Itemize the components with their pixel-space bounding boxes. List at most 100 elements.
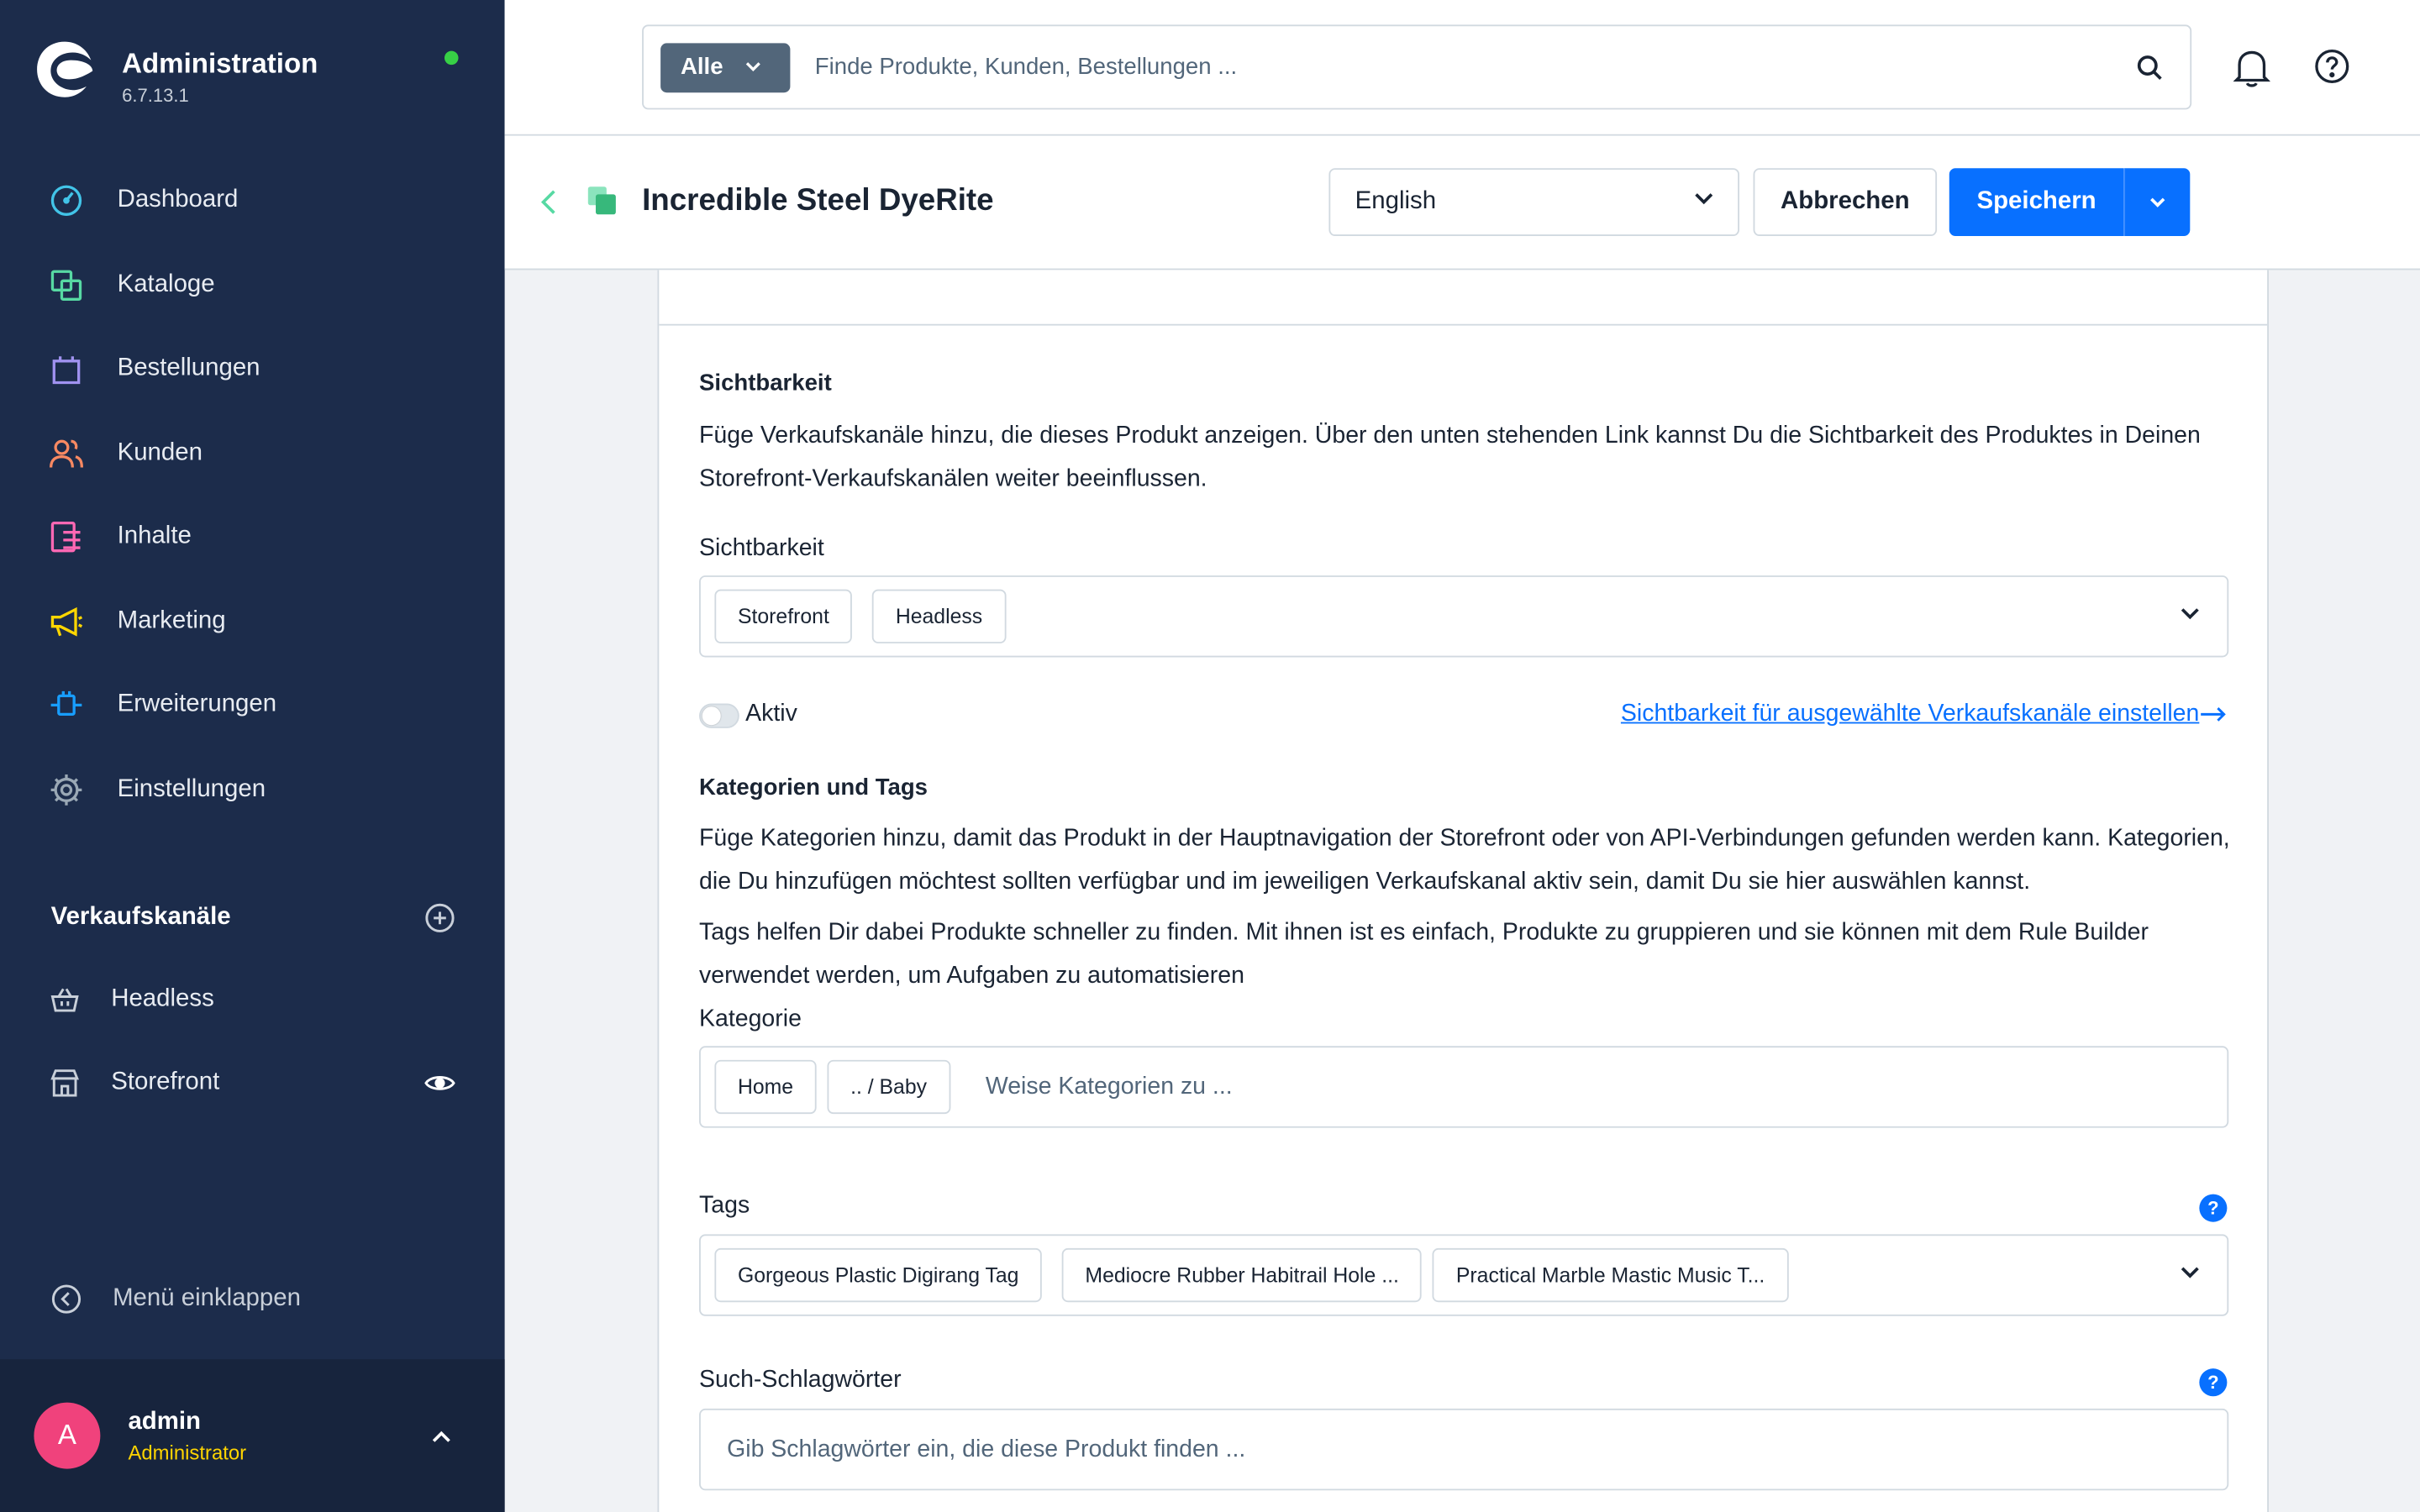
- collapse-menu-button[interactable]: Menü einklappen: [51, 1284, 301, 1315]
- category-chip[interactable]: Home: [714, 1059, 817, 1115]
- tags-label: Tags: [699, 1192, 750, 1220]
- help-icon[interactable]: [2313, 48, 2350, 85]
- search-type-label: Alle: [680, 54, 723, 81]
- bell-icon[interactable]: [2233, 48, 2270, 88]
- chevron-down-icon: [2181, 608, 2199, 620]
- save-options-button[interactable]: [2123, 168, 2191, 237]
- visibility-chip[interactable]: Storefront: [714, 589, 853, 643]
- category-placeholder: Weise Kategorien zu ...: [985, 1073, 1233, 1100]
- category-label: Kategorie: [699, 1005, 802, 1032]
- tags-description: Tags helfen Dir dabei Produkte schneller…: [699, 919, 2149, 990]
- brand[interactable]: Administration 6.7.13.1: [34, 39, 318, 107]
- megaphone-icon: [48, 603, 85, 640]
- nav-item-kataloge[interactable]: Kataloge: [0, 243, 505, 327]
- keywords-label: Such-Schlagwörter: [699, 1367, 902, 1394]
- active-toggle[interactable]: [699, 703, 739, 728]
- chevron-down-icon: [1695, 193, 1713, 205]
- sales-channels-title: Verkaufskanäle: [50, 904, 231, 931]
- active-toggle-label: Aktiv: [745, 700, 797, 727]
- tag-chip[interactable]: Mediocre Rubber Habitrail Hole ...: [1061, 1247, 1423, 1303]
- search-input[interactable]: [814, 36, 2137, 98]
- smart-bar: Incredible Steel DyeRite English Abbrech…: [504, 135, 2420, 270]
- sales-channel-label: Storefront: [111, 1068, 220, 1096]
- category-chip[interactable]: .. / Baby: [827, 1059, 950, 1115]
- save-button[interactable]: Speichern: [1949, 168, 2124, 237]
- nav-item-erweiterungen[interactable]: Erweiterungen: [0, 664, 505, 748]
- plug-icon: [48, 687, 85, 724]
- visibility-description: Füge Verkaufskanäle hinzu, die dieses Pr…: [699, 423, 2201, 492]
- visibility-structure-card: Sichtbarkeit Füge Verkaufskanäle hinzu, …: [657, 270, 2269, 1512]
- nav-label: Bestellungen: [117, 354, 260, 382]
- nav-label: Erweiterungen: [117, 691, 277, 718]
- nav-item-kunden[interactable]: Kunden: [0, 411, 505, 495]
- nav-item-einstellungen[interactable]: Einstellungen: [0, 748, 505, 832]
- nav-item-bestellungen[interactable]: Bestellungen: [0, 327, 505, 411]
- chevron-up-icon: [432, 1430, 450, 1441]
- categories-description: Füge Kategorien hinzu, damit das Produkt…: [699, 825, 2230, 895]
- basket-icon: [48, 983, 82, 1016]
- sidebar: Administration 6.7.13.1 Dashboard Katalo…: [0, 0, 505, 1512]
- visibility-chip[interactable]: Headless: [872, 589, 1006, 643]
- shopware-logo-icon: [37, 41, 93, 97]
- global-search: Alle: [642, 24, 2192, 110]
- chevron-down-icon: [2150, 197, 2165, 207]
- storefront-icon: [48, 1066, 82, 1100]
- main-nav: Dashboard Kataloge Bestellungen Kunden I…: [0, 159, 505, 832]
- tag-chip[interactable]: Practical Marble Mastic Music T...: [1433, 1247, 1788, 1303]
- user-role: Administrator: [128, 1440, 247, 1464]
- card-header-divider: [659, 323, 2268, 326]
- language-select[interactable]: English: [1328, 168, 1739, 237]
- tags-select[interactable]: Gorgeous Plastic Digirang Tag Mediocre R…: [699, 1234, 2229, 1316]
- cancel-button[interactable]: Abbrechen: [1753, 168, 1938, 237]
- gear-icon: [48, 771, 85, 808]
- content-icon: [48, 519, 85, 556]
- top-bar: Alle: [504, 0, 2420, 136]
- nav-label: Einstellungen: [117, 775, 266, 802]
- visibility-select[interactable]: Storefront Headless: [699, 575, 2229, 658]
- keywords-placeholder: Gib Schlagwörter ein, die diese Produkt …: [727, 1436, 1246, 1462]
- visibility-heading: Sichtbarkeit: [699, 370, 832, 397]
- keywords-input[interactable]: Gib Schlagwörter ein, die diese Produkt …: [699, 1408, 2229, 1491]
- gauge-icon: [48, 182, 85, 219]
- user-name: admin: [128, 1408, 202, 1435]
- version-label: 6.7.13.1: [122, 85, 189, 107]
- back-chevron-icon[interactable]: [539, 188, 557, 216]
- category-select[interactable]: Home .. / Baby Weise Kategorien zu ...: [699, 1046, 2229, 1128]
- chevron-left-circle-icon: [51, 1284, 82, 1314]
- product-icon: [587, 186, 616, 215]
- page-title: Incredible Steel DyeRite: [642, 183, 994, 218]
- visibility-link-label: Sichtbarkeit für ausgewählte Verkaufskan…: [1620, 700, 2200, 727]
- users-icon: [48, 434, 85, 471]
- user-menu[interactable]: A admin Administrator: [0, 1359, 505, 1512]
- add-circle-icon[interactable]: [424, 902, 455, 933]
- shopping-bag-icon: [48, 350, 85, 387]
- chevron-down-icon: [744, 62, 760, 71]
- collapse-menu-label: Menü einklappen: [113, 1284, 301, 1312]
- sales-channel-label: Headless: [111, 985, 214, 1012]
- avatar: A: [34, 1402, 101, 1469]
- nav-label: Kataloge: [117, 270, 215, 298]
- nav-label: Marketing: [117, 607, 226, 634]
- visibility-field-label: Sichtbarkeit: [699, 535, 824, 562]
- search-icon[interactable]: [2136, 53, 2164, 81]
- catalog-icon: [48, 266, 85, 303]
- keywords-help-icon[interactable]: ?: [2199, 1368, 2228, 1397]
- sales-channel-storefront[interactable]: Storefront: [48, 1053, 455, 1114]
- online-status-dot: [444, 50, 459, 66]
- nav-label: Kunden: [117, 439, 203, 466]
- visibility-settings-link[interactable]: Sichtbarkeit für ausgewählte Verkaufskan…: [1621, 701, 2227, 728]
- nav-item-dashboard[interactable]: Dashboard: [0, 159, 505, 243]
- nav-label: Dashboard: [117, 186, 239, 213]
- sales-channel-headless[interactable]: Headless: [48, 969, 455, 1030]
- eye-icon[interactable]: [424, 1073, 455, 1095]
- arrow-right-icon: [2201, 707, 2226, 722]
- sales-channels-header: Verkaufskanäle: [51, 902, 455, 933]
- categories-heading: Kategorien und Tags: [699, 774, 929, 801]
- tags-help-icon[interactable]: ?: [2199, 1194, 2228, 1222]
- nav-item-marketing[interactable]: Marketing: [0, 580, 505, 664]
- search-type-select[interactable]: Alle: [660, 42, 791, 92]
- language-value: English: [1355, 188, 1437, 215]
- nav-label: Inhalte: [117, 523, 192, 550]
- tag-chip[interactable]: Gorgeous Plastic Digirang Tag: [714, 1247, 1042, 1303]
- nav-item-inhalte[interactable]: Inhalte: [0, 496, 505, 580]
